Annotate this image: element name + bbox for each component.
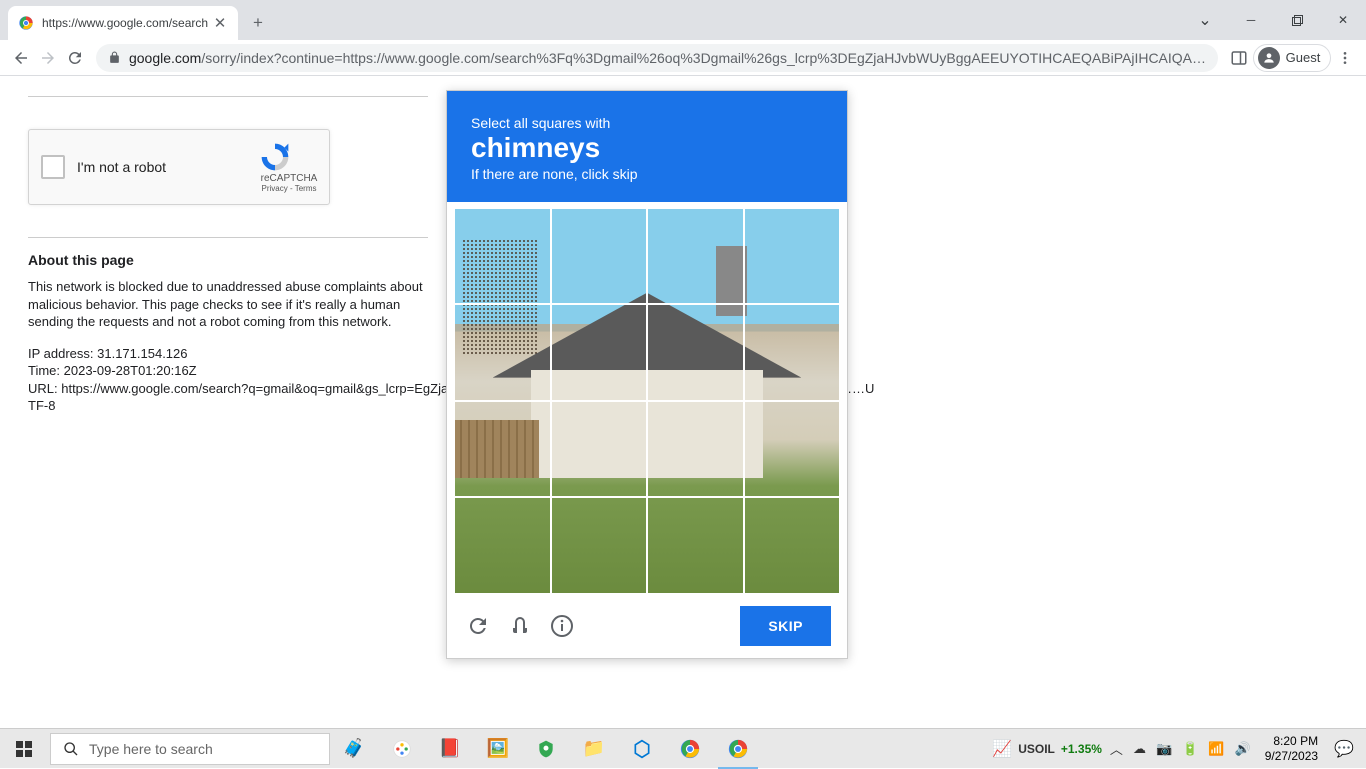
browser-tab[interactable]: https://www.google.com/search ✕ (8, 6, 238, 40)
taskbar-app-icon[interactable] (378, 729, 426, 769)
url-text: google.com/sorry/index?continue=https://… (129, 50, 1206, 66)
captcha-grid (454, 208, 840, 594)
captcha-tile[interactable] (551, 208, 648, 305)
captcha-tile[interactable] (454, 208, 551, 305)
captcha-tile[interactable] (744, 304, 841, 401)
terms-link[interactable]: Terms (295, 184, 317, 193)
recaptcha-widget: I'm not a robot reCAPTCHA Privacy - Term… (28, 129, 330, 205)
captcha-tile[interactable] (744, 497, 841, 594)
clock-date: 9/27/2023 (1265, 749, 1318, 763)
profile-label: Guest (1286, 50, 1321, 65)
taskbar-app-icon[interactable] (522, 729, 570, 769)
captcha-tile[interactable] (647, 304, 744, 401)
side-panel-icon[interactable] (1226, 44, 1253, 72)
reload-challenge-icon[interactable] (463, 611, 493, 641)
taskbar-search[interactable]: Type here to search (50, 733, 330, 765)
captcha-tile[interactable] (647, 401, 744, 498)
captcha-challenge: Select all squares with chimneys If ther… (446, 90, 848, 659)
search-placeholder: Type here to search (89, 741, 213, 757)
ticker-change: +1.35% (1061, 742, 1102, 756)
forward-button[interactable] (35, 44, 62, 72)
captcha-hint: If there are none, click skip (471, 166, 823, 182)
ticker-symbol: USOIL (1018, 742, 1055, 756)
new-tab-button[interactable]: + (244, 9, 272, 37)
avatar-icon (1258, 47, 1280, 69)
tab-title: https://www.google.com/search (42, 16, 212, 30)
captcha-tile[interactable] (647, 497, 744, 594)
tray-chevron-icon[interactable]: ︿ (1108, 739, 1125, 758)
close-tab-icon[interactable]: ✕ (212, 15, 228, 31)
browser-nav-bar: google.com/sorry/index?continue=https://… (0, 40, 1366, 76)
lock-icon (108, 51, 121, 64)
chrome-icon[interactable] (666, 729, 714, 769)
privacy-link[interactable]: Privacy (262, 184, 288, 193)
captcha-tile[interactable] (551, 497, 648, 594)
audio-challenge-icon[interactable] (505, 611, 535, 641)
search-icon (63, 741, 79, 757)
system-tray: 📈 USOIL +1.35% ︿ ☁ 📷 🔋 📶 🔊 8:20 PM 9/27/… (992, 734, 1366, 763)
wifi-icon[interactable]: 📶 (1206, 741, 1226, 757)
menu-button[interactable] (1331, 44, 1358, 72)
reload-button[interactable] (61, 44, 88, 72)
browser-tab-strip: https://www.google.com/search ✕ + ⌄ ─ ✕ (0, 0, 1366, 40)
taskbar-app-icon[interactable] (618, 729, 666, 769)
windows-taskbar: Type here to search 🧳 📕 🖼️ 📁 📈 USOIL +1.… (0, 728, 1366, 768)
captcha-tile[interactable] (454, 497, 551, 594)
address-bar[interactable]: google.com/sorry/index?continue=https://… (96, 44, 1218, 72)
info-icon[interactable] (547, 611, 577, 641)
skip-button[interactable]: SKIP (740, 606, 831, 646)
trend-up-icon: 📈 (992, 739, 1012, 759)
taskbar-app-icon[interactable]: 🧳 (330, 729, 378, 769)
meet-now-icon[interactable]: 📷 (1154, 741, 1174, 757)
taskbar-app-icon[interactable]: 📕 (426, 729, 474, 769)
captcha-tile[interactable] (551, 401, 648, 498)
captcha-tile[interactable] (744, 401, 841, 498)
captcha-instruction: Select all squares with (471, 115, 823, 131)
recaptcha-label: I'm not a robot (77, 159, 259, 175)
window-controls: ⌄ ─ ✕ (1182, 0, 1366, 40)
about-body: This network is blocked due to unaddress… (28, 278, 438, 331)
captcha-tile[interactable] (647, 208, 744, 305)
captcha-footer: SKIP (447, 594, 847, 658)
file-explorer-icon[interactable]: 📁 (570, 729, 618, 769)
onedrive-icon[interactable]: ☁ (1131, 741, 1148, 757)
maximize-button[interactable] (1274, 0, 1320, 40)
recaptcha-links: Privacy - Terms (259, 184, 319, 193)
back-button[interactable] (8, 44, 35, 72)
taskbar-pinned: 🧳 📕 🖼️ 📁 (330, 729, 762, 769)
captcha-target: chimneys (471, 133, 823, 164)
taskbar-app-icon[interactable]: 🖼️ (474, 729, 522, 769)
close-window-button[interactable]: ✕ (1320, 0, 1366, 40)
volume-icon[interactable]: 🔊 (1233, 741, 1253, 757)
captcha-header: Select all squares with chimneys If ther… (447, 91, 847, 202)
minimize-button[interactable]: ─ (1228, 0, 1274, 40)
taskbar-clock[interactable]: 8:20 PM 9/27/2023 (1259, 734, 1324, 763)
divider (28, 237, 428, 238)
captcha-tile[interactable] (454, 304, 551, 401)
battery-icon[interactable]: 🔋 (1180, 741, 1200, 757)
captcha-tile[interactable] (454, 401, 551, 498)
stock-ticker[interactable]: 📈 USOIL +1.35% (992, 739, 1102, 759)
clock-time: 8:20 PM (1265, 734, 1318, 748)
notifications-icon[interactable]: 💬 (1330, 739, 1358, 759)
recaptcha-brand: reCAPTCHA (259, 173, 319, 184)
google-favicon (18, 15, 34, 31)
recaptcha-checkbox[interactable] (41, 155, 65, 179)
profile-chip[interactable]: Guest (1253, 44, 1332, 72)
captcha-tile[interactable] (744, 208, 841, 305)
captcha-tile[interactable] (551, 304, 648, 401)
recaptcha-logo: reCAPTCHA Privacy - Terms (259, 141, 329, 193)
divider (28, 96, 428, 97)
recaptcha-icon (259, 141, 319, 173)
chevron-down-icon[interactable]: ⌄ (1182, 0, 1228, 40)
chrome-icon[interactable] (714, 729, 762, 769)
start-button[interactable] (0, 729, 48, 769)
